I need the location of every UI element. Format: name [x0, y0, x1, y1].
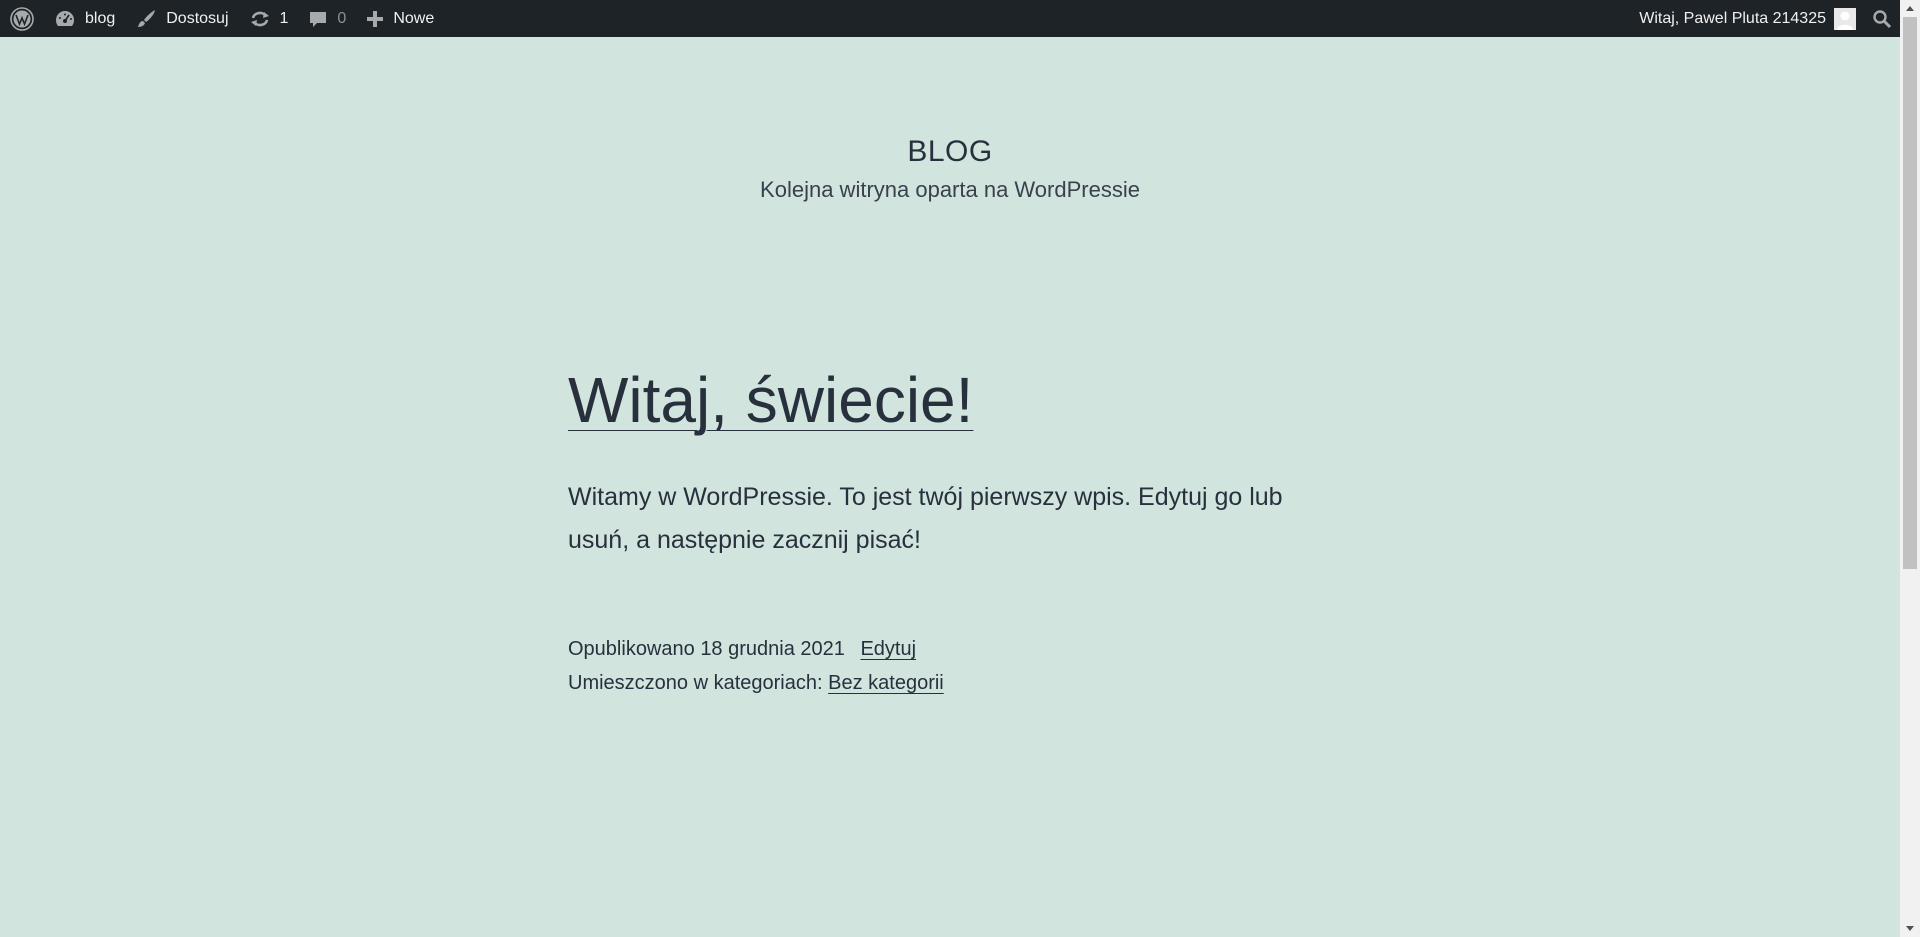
vertical-scrollbar[interactable]	[1900, 0, 1920, 937]
brush-icon	[135, 8, 157, 30]
edit-post-link[interactable]: Edytuj	[860, 638, 916, 660]
scroll-down-arrow-icon[interactable]	[1900, 920, 1920, 937]
search-icon	[1872, 9, 1892, 29]
admin-bar-right: Witaj, Pawel Pluta 214325	[1631, 0, 1900, 37]
category-link[interactable]: Bez kategorii	[828, 672, 944, 694]
post: Witaj, świecie! Witamy w WordPressie. To…	[568, 360, 1308, 700]
updates-count: 1	[279, 9, 289, 27]
categories-prefix: Umieszczono w kategoriach:	[568, 672, 823, 694]
comments-button[interactable]: 0	[298, 0, 356, 37]
post-footer: Opublikowano 18 grudnia 2021 Edytuj Umie…	[568, 632, 1308, 700]
post-title-link[interactable]: Witaj, świecie!	[568, 360, 973, 440]
published-date: 18 grudnia 2021	[700, 638, 845, 660]
dashboard-icon	[54, 9, 76, 29]
customize-label: Dostosuj	[166, 9, 229, 27]
admin-bar-left: blog Dostosuj 1 0 Nowe	[0, 0, 444, 37]
wordpress-logo-icon	[10, 6, 34, 31]
wordpress-logo-button[interactable]	[0, 0, 44, 37]
site-header: BLOG Kolejna witryna oparta na WordPress…	[0, 132, 1900, 206]
updates-button[interactable]: 1	[239, 0, 299, 37]
scroll-up-arrow-icon[interactable]	[1900, 0, 1920, 17]
site-name-label: blog	[85, 9, 116, 27]
greeting-label: Witaj, Pawel Pluta 214325	[1639, 9, 1826, 27]
admin-bar: blog Dostosuj 1 0 Nowe Witaj, Pawel Plut…	[0, 0, 1920, 37]
published-prefix: Opublikowano	[568, 638, 695, 660]
post-meta-published: Opublikowano 18 grudnia 2021 Edytuj	[568, 632, 1308, 666]
my-account-menu[interactable]: Witaj, Pawel Pluta 214325	[1631, 0, 1864, 37]
scrollbar-thumb[interactable]	[1903, 17, 1917, 569]
new-content-label: Nowe	[393, 9, 435, 27]
comment-icon	[308, 9, 328, 29]
refresh-icon	[249, 9, 271, 29]
site-title[interactable]: BLOG	[0, 132, 1900, 172]
search-button[interactable]	[1864, 0, 1900, 37]
post-meta-categories: Umieszczono w kategoriach: Bez kategorii	[568, 666, 1308, 700]
customize-button[interactable]: Dostosuj	[125, 0, 238, 37]
post-content: Witamy w WordPressie. To jest twój pierw…	[568, 483, 1283, 554]
avatar	[1834, 7, 1856, 30]
site-name-menu[interactable]: blog	[44, 0, 125, 37]
site-description: Kolejna witryna oparta na WordPressie	[760, 177, 1140, 202]
new-content-button[interactable]: Nowe	[356, 0, 444, 37]
comments-count: 0	[337, 9, 347, 27]
plus-icon	[366, 10, 384, 28]
